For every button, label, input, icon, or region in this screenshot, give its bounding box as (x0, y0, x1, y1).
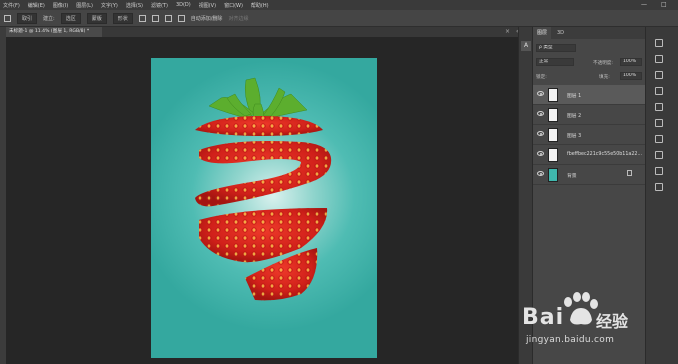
layer-thumbnail (548, 128, 558, 142)
menu-window[interactable]: 窗口(W) (224, 2, 243, 9)
layer-thumbnail (548, 168, 558, 182)
selection-button[interactable]: 选区 (60, 12, 81, 24)
layer-row[interactable]: 图层 3 (533, 125, 646, 145)
menu-3d[interactable]: 3D(D) (176, 2, 191, 8)
menu-file[interactable]: 文件(F) (3, 2, 20, 9)
character-panel-icon[interactable]: A (521, 41, 531, 51)
panel-tabs: 图层 3D (533, 27, 646, 39)
menu-filter[interactable]: 滤镜(T) (151, 2, 168, 9)
styles-icon[interactable] (655, 87, 663, 95)
make-label: 建立: (43, 15, 55, 22)
visibility-eye-icon[interactable] (537, 131, 544, 136)
lock-icon (627, 170, 632, 176)
shape-button[interactable]: 形状 (112, 12, 133, 24)
lock-label: 锁定: (536, 75, 547, 80)
tab-3d[interactable]: 3D (553, 27, 568, 39)
watermark-logo: Bai (522, 305, 565, 330)
leaves (208, 77, 308, 121)
pen-tool-icon[interactable] (4, 14, 11, 22)
channels-icon[interactable] (655, 103, 663, 111)
brush-icon[interactable] (655, 151, 663, 159)
close-tab-button[interactable]: × (505, 28, 510, 35)
adjustments-icon[interactable] (655, 71, 663, 79)
visibility-eye-icon[interactable] (537, 171, 544, 176)
layer-row[interactable]: 图层 1 (533, 85, 646, 105)
info-icon[interactable] (655, 167, 663, 175)
layer-row[interactable]: 图层 2 (533, 105, 646, 125)
properties-icon[interactable] (655, 55, 663, 63)
layer-name: 背景 (567, 174, 577, 179)
menu-view[interactable]: 视图(V) (199, 2, 216, 9)
opacity-input[interactable]: 100% (620, 58, 642, 66)
maximize-button[interactable]: □ (661, 1, 667, 8)
auto-add-delete-checkbox[interactable]: 自动添加/删除 (191, 15, 223, 22)
fill-label: 填充: (599, 75, 610, 80)
layer-thumbnail (548, 108, 558, 122)
menu-select[interactable]: 选择(S) (126, 2, 143, 9)
menu-image[interactable]: 图像(I) (53, 2, 68, 9)
visibility-eye-icon[interactable] (537, 151, 544, 156)
path-arrange-icon[interactable] (164, 14, 172, 22)
menu-layer[interactable]: 图层(L) (76, 2, 93, 9)
lightbulb-icon[interactable] (655, 183, 663, 191)
panel-icon-bar (645, 27, 678, 364)
swatches-icon[interactable] (655, 135, 663, 143)
mask-button[interactable]: 蒙版 (86, 12, 107, 24)
visibility-eye-icon[interactable] (537, 111, 544, 116)
layer-thumbnail (548, 88, 558, 102)
fill-input[interactable]: 100% (620, 72, 642, 80)
watermark-url: jingyan.baidu.com (526, 335, 615, 345)
tool-preset-select[interactable]: 取引 (17, 12, 38, 24)
opacity-label: 不透明度: (593, 61, 613, 66)
visibility-eye-icon[interactable] (537, 91, 544, 96)
layer-name: 图层 2 (567, 114, 582, 119)
layer-thumbnail (548, 148, 558, 162)
layer-filter-select[interactable]: ρ 类型 (536, 44, 576, 52)
layer-name: 图层 3 (567, 134, 582, 139)
minimize-button[interactable]: — (641, 1, 647, 8)
menu-help[interactable]: 帮助(H) (251, 2, 269, 9)
layer-name: 图层 1 (567, 94, 582, 99)
menu-type[interactable]: 文字(Y) (101, 2, 118, 9)
path-align-icon[interactable] (151, 14, 159, 22)
layer-row[interactable]: 背景 (533, 165, 646, 185)
layer-row[interactable]: fbeffbec221c9c55e50b11a22... (533, 145, 646, 165)
tab-layers[interactable]: 图层 (533, 27, 552, 39)
align-edges-checkbox[interactable]: 对齐边缘 (228, 15, 248, 22)
watermark-jingyan: 经验 (596, 312, 629, 331)
options-bar: 取引 建立: 选区 蒙版 形状 自动添加/删除 对齐边缘 (0, 10, 678, 27)
document-canvas[interactable] (151, 58, 377, 358)
history-icon[interactable] (655, 39, 663, 47)
menu-bar: 文件(F) 编辑(E) 图像(I) 图层(L) 文字(Y) 选择(S) 滤镜(T… (0, 0, 678, 10)
document-tab[interactable]: 未标题-1 @ 11.4% (图层 1, RGB/8) * (6, 27, 102, 37)
gear-icon[interactable] (177, 14, 185, 22)
baidu-paw-icon (564, 292, 598, 325)
paths-icon[interactable] (655, 119, 663, 127)
layer-name: fbeffbec221c9c55e50b11a22... (567, 152, 643, 157)
strawberry-artwork (195, 77, 332, 301)
path-ops-icon[interactable] (138, 14, 146, 22)
blend-mode-select[interactable]: 正常 (536, 58, 574, 66)
menu-edit[interactable]: 编辑(E) (28, 2, 45, 9)
